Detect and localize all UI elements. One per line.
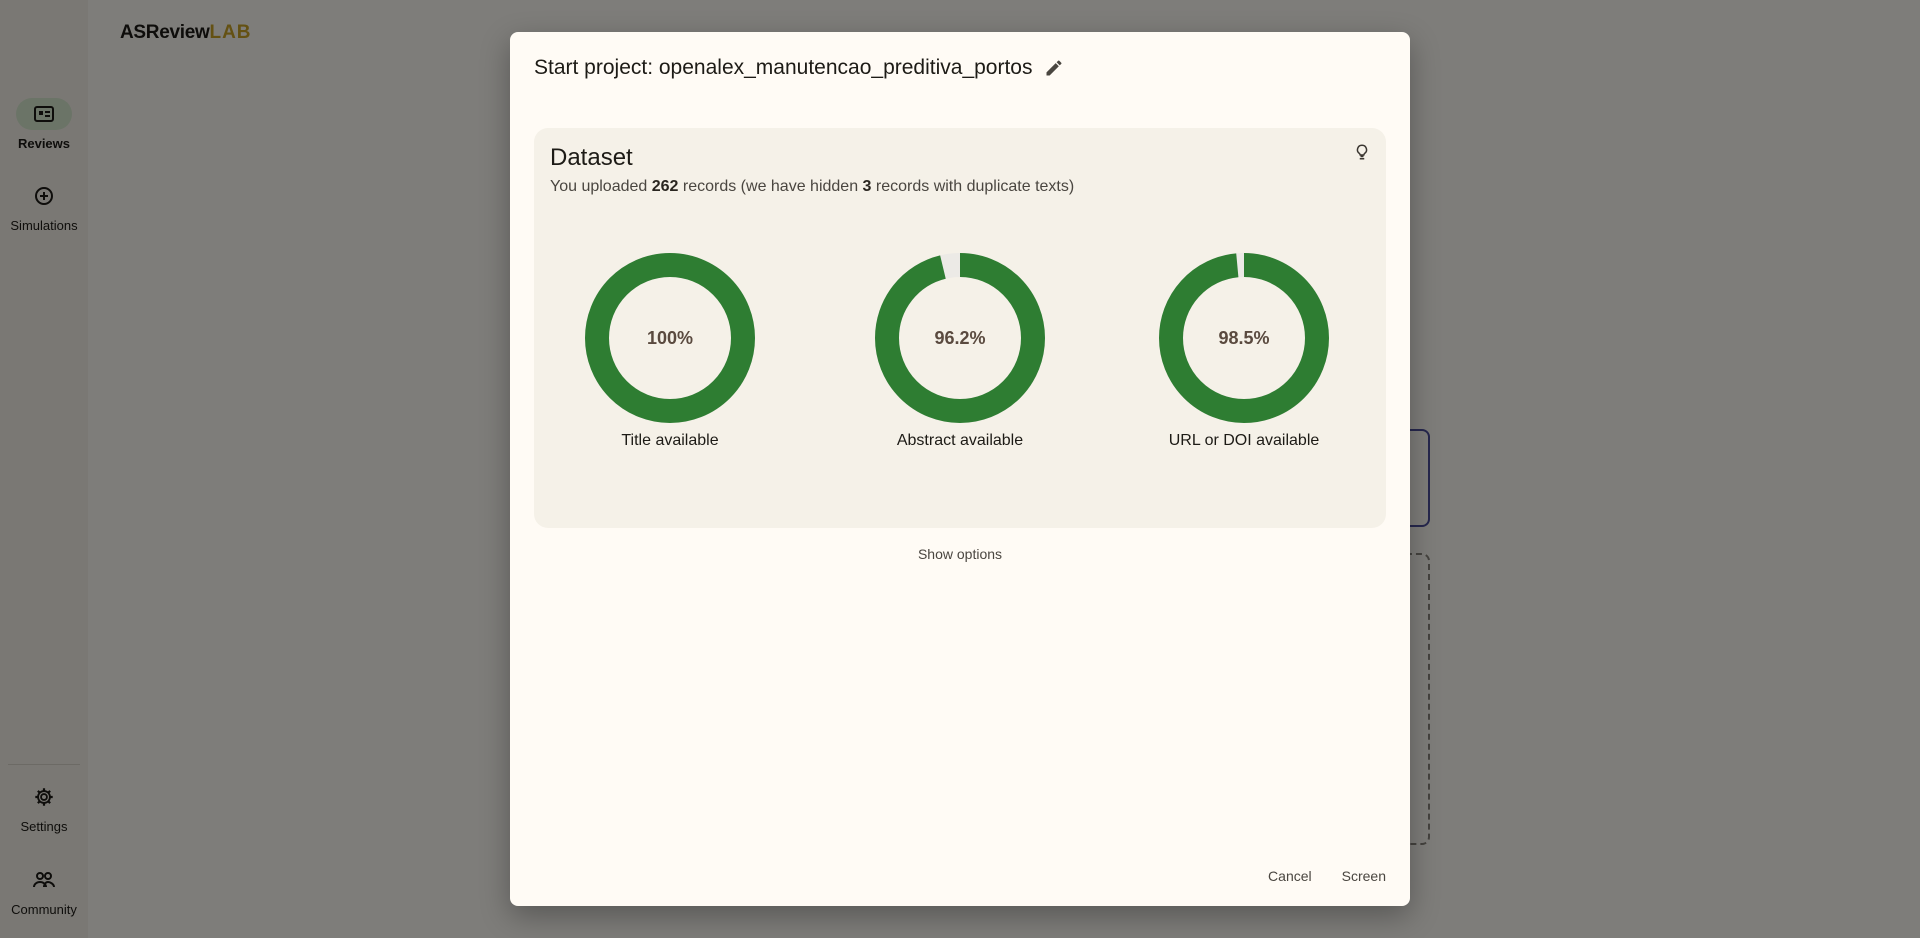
edit-title-button[interactable] [1040,54,1068,82]
stat-url-doi-available: 98.5% URL or DOI available [1134,252,1354,450]
stat-label: Abstract available [896,432,1024,449]
summary-mid: records (we have hidden [678,178,863,195]
donut-chart: 98.5% [1158,252,1330,424]
stat-label: URL or DOI available [1168,432,1320,449]
records-count: 262 [651,178,679,195]
stat-value: 100% [646,327,694,348]
cancel-button[interactable]: Cancel [1260,860,1320,892]
dialog-actions: Cancel Screen [1260,860,1394,892]
tips-button[interactable] [1350,140,1374,164]
stat-label: Title available [621,432,719,449]
summary-prefix: You uploaded [550,178,652,195]
dialog-title: Start project: openalex_manutencao_predi… [534,54,1068,82]
pencil-icon [1046,60,1062,76]
dataset-card: Dataset You uploaded 262 records (we hav… [534,128,1386,528]
stat-value: 96.2% [934,327,986,348]
dialog-title-text: Start project: openalex_manutencao_predi… [534,56,1033,79]
dataset-title: Dataset [550,144,633,171]
stat-abstract-available: 96.2% Abstract available [850,252,1070,450]
stat-title-available: 100% Title available [560,252,780,450]
donut-chart: 100% [584,252,756,424]
screen-button[interactable]: Screen [1334,860,1394,892]
show-options-button[interactable]: Show options [510,546,1410,562]
summary-suffix: records with duplicate texts) [871,178,1075,195]
lightbulb-icon [1356,144,1368,160]
dataset-summary: You uploaded 262 records (we have hidden… [550,178,1074,196]
donut-chart: 96.2% [874,252,1046,424]
stat-value: 98.5% [1218,327,1270,348]
start-project-dialog: Start project: openalex_manutencao_predi… [510,32,1410,906]
